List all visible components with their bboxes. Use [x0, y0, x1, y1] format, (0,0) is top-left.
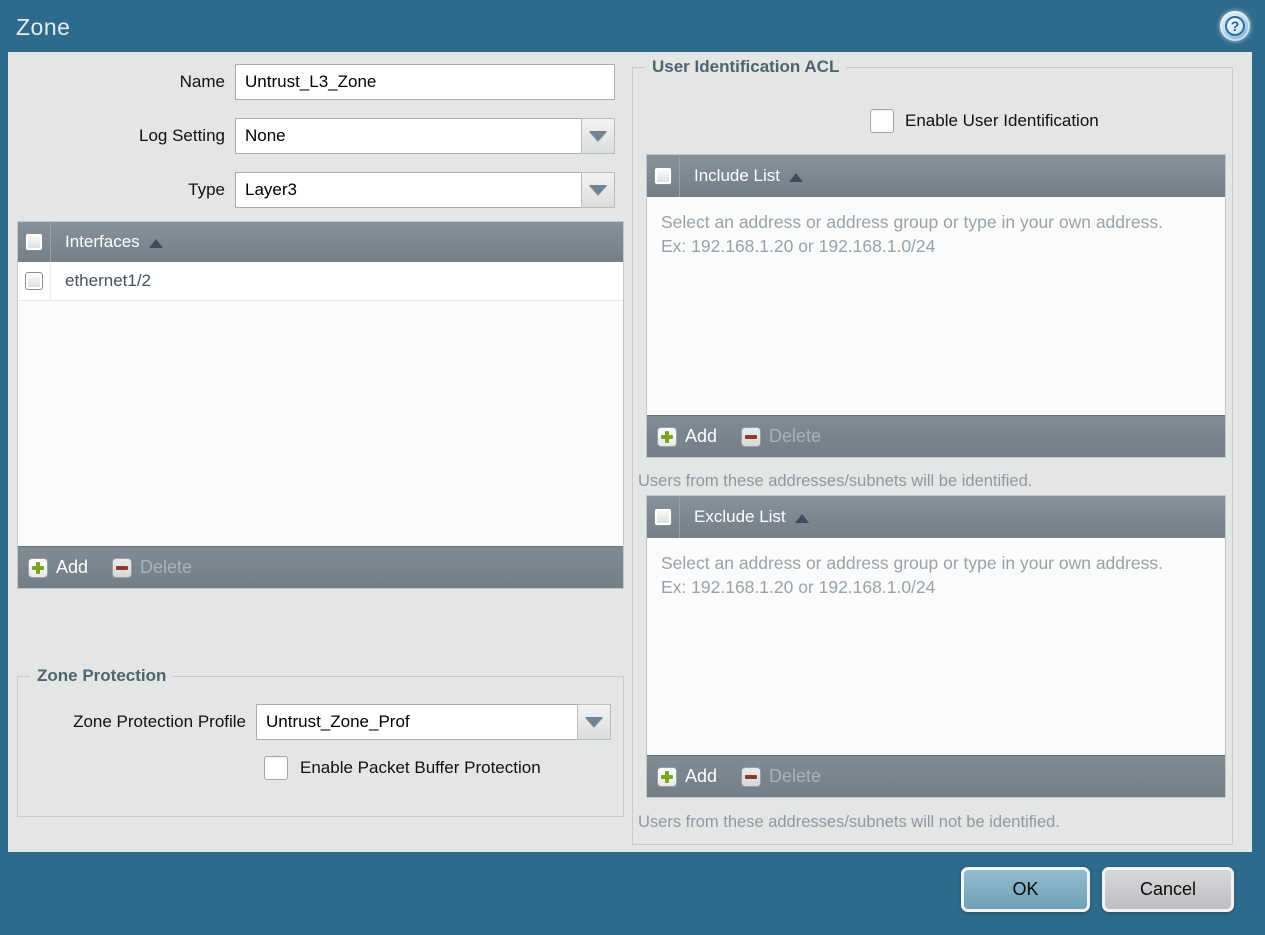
include-list-note: Users from these addresses/subnets will …	[638, 472, 1033, 490]
include-list-column-title: Include List	[694, 166, 780, 185]
enable-user-identification-checkbox[interactable]	[870, 109, 894, 133]
type-dropdown-button[interactable]	[581, 172, 615, 208]
enable-user-identification-label: Enable User Identification	[905, 111, 1099, 130]
include-list-header[interactable]: Include List	[647, 155, 1225, 197]
log-setting-dropdown-button[interactable]	[581, 118, 615, 154]
delete-exclude-button[interactable]: Delete	[741, 766, 821, 787]
minus-icon	[112, 557, 133, 578]
interfaces-header[interactable]: Interfaces	[18, 222, 623, 262]
minus-icon	[741, 766, 762, 787]
zone-protection-section: Zone Protection Zone Protection Profile …	[17, 666, 624, 817]
type-select	[235, 172, 615, 208]
minus-icon	[741, 426, 762, 447]
sort-ascending-icon	[794, 513, 809, 523]
zone-protection-profile-row: Zone Protection Profile	[18, 704, 623, 740]
name-row: Name	[8, 64, 615, 100]
log-setting-select	[235, 118, 615, 154]
interface-name: ethernet1/2	[65, 271, 152, 290]
packet-buffer-label: Enable Packet Buffer Protection	[300, 758, 541, 777]
select-all-include-checkbox[interactable]	[654, 167, 672, 185]
sort-ascending-icon	[148, 238, 163, 248]
question-icon: ?	[1225, 16, 1245, 36]
select-all-interfaces-checkbox[interactable]	[25, 233, 43, 251]
zone-protection-legend: Zone Protection	[30, 666, 174, 686]
log-setting-label: Log Setting	[138, 126, 225, 145]
zone-protection-profile-select	[256, 704, 611, 740]
plus-icon	[657, 426, 677, 447]
exclude-list-placeholder: Select an address or address group or ty…	[661, 553, 1163, 598]
include-list-body[interactable]: Select an address or address group or ty…	[647, 197, 1225, 415]
plus-icon	[28, 557, 48, 578]
name-label: Name	[179, 72, 225, 91]
type-input[interactable]	[235, 172, 581, 208]
plus-icon	[657, 766, 677, 787]
interfaces-header-checkbox-cell	[18, 222, 51, 262]
chevron-down-icon	[589, 185, 607, 195]
name-input[interactable]	[235, 64, 615, 100]
dialog-title: Zone	[16, 14, 71, 40]
log-setting-row: Log Setting	[8, 118, 615, 154]
cancel-button[interactable]: Cancel	[1102, 867, 1234, 912]
help-button[interactable]: ?	[1220, 11, 1250, 41]
exclude-list-table: Exclude List Select an address or addres…	[646, 495, 1226, 798]
exclude-list-header[interactable]: Exclude List	[647, 496, 1225, 538]
zone-protection-profile-label: Zone Protection Profile	[73, 712, 246, 731]
ok-button[interactable]: OK	[961, 867, 1090, 912]
delete-include-button[interactable]: Delete	[741, 426, 821, 447]
sort-ascending-icon	[789, 172, 803, 182]
exclude-list-body[interactable]: Select an address or address group or ty…	[647, 538, 1225, 755]
add-interface-button[interactable]: Add	[28, 557, 88, 578]
add-exclude-button[interactable]: Add	[657, 766, 717, 787]
interfaces-table: Interfaces ethernet1/2 Add Delete	[17, 221, 624, 589]
exclude-list-column-title: Exclude List	[694, 507, 786, 526]
include-list-toolbar: Add Delete	[647, 415, 1225, 457]
user-identification-section: User Identification ACL Enable User Iden…	[632, 57, 1233, 845]
zone-protection-profile-dropdown-button[interactable]	[577, 704, 611, 740]
user-identification-legend: User Identification ACL	[645, 57, 847, 77]
include-header-checkbox-cell	[647, 155, 680, 197]
interfaces-toolbar: Add Delete	[18, 546, 623, 588]
delete-interface-button[interactable]: Delete	[112, 557, 192, 578]
exclude-header-checkbox-cell	[647, 496, 680, 538]
enable-packet-buffer-checkbox[interactable]	[264, 756, 288, 780]
table-row[interactable]: ethernet1/2	[18, 262, 623, 301]
include-list-placeholder: Select an address or address group or ty…	[661, 212, 1163, 257]
interfaces-column-title: Interfaces	[65, 232, 140, 251]
select-all-exclude-checkbox[interactable]	[654, 508, 672, 526]
chevron-down-icon	[589, 131, 607, 141]
exclude-list-note: Users from these addresses/subnets will …	[638, 813, 1060, 831]
add-include-button[interactable]: Add	[657, 426, 717, 447]
packet-buffer-row: Enable Packet Buffer Protection	[264, 756, 623, 780]
type-row: Type	[8, 172, 615, 208]
chevron-down-icon	[585, 717, 603, 727]
interface-row-checkbox[interactable]	[25, 272, 43, 290]
type-label: Type	[188, 180, 225, 199]
zone-dialog-panel: Name Log Setting Type Interfaces	[8, 52, 1252, 852]
exclude-list-toolbar: Add Delete	[647, 755, 1225, 797]
zone-protection-profile-input[interactable]	[256, 704, 577, 740]
interfaces-body: ethernet1/2	[18, 262, 623, 546]
log-setting-input[interactable]	[235, 118, 581, 154]
include-list-table: Include List Select an address or addres…	[646, 154, 1226, 458]
enable-user-identification-row: Enable User Identification	[870, 109, 1099, 133]
